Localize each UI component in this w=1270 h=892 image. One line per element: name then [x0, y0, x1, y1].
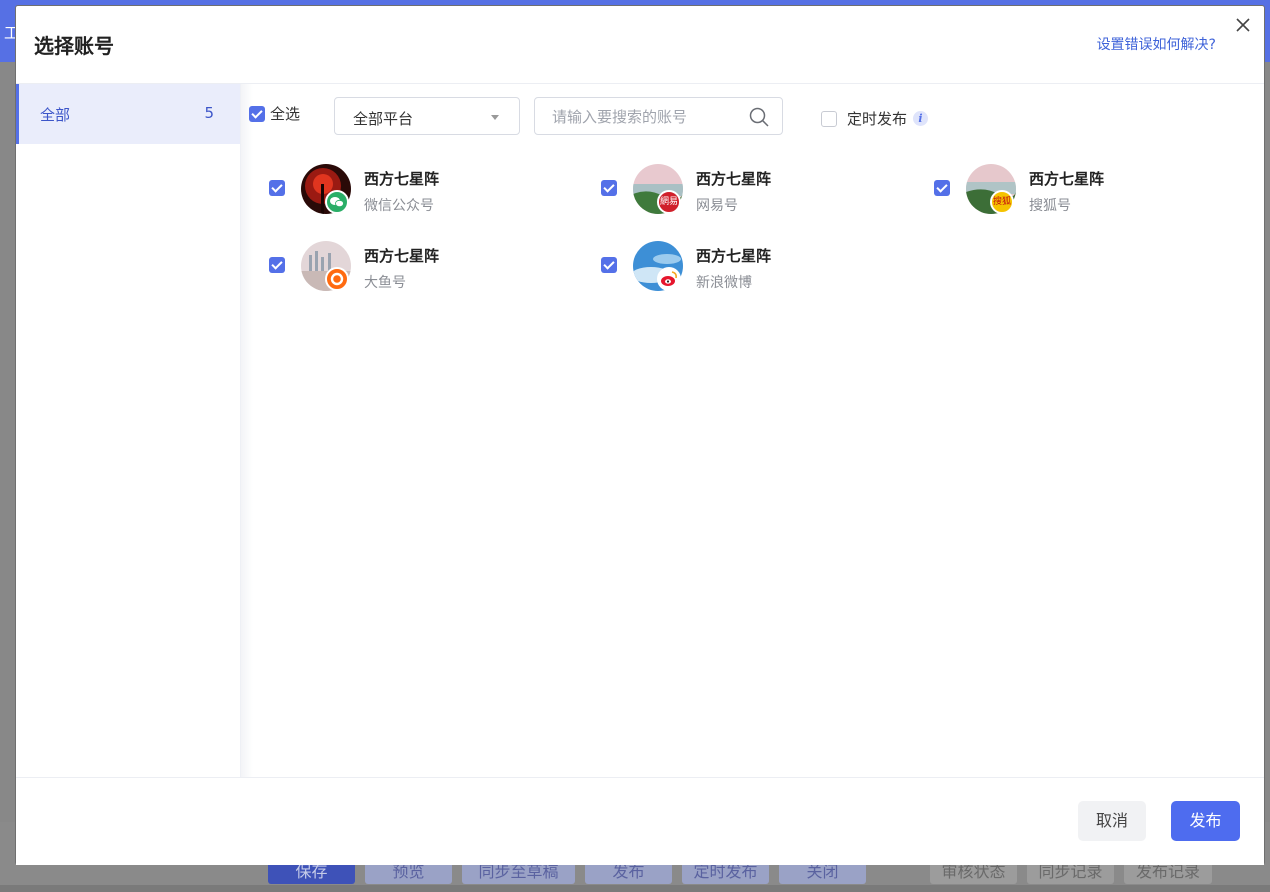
platform-select[interactable]: 全部平台 — [334, 97, 520, 135]
account-item[interactable]: 西方七星阵 大鱼号 — [269, 241, 569, 293]
account-item[interactable]: 搜狐 西方七星阵 搜狐号 — [934, 164, 1234, 216]
account-search — [534, 97, 783, 135]
search-input[interactable] — [552, 107, 732, 127]
account-check-icon — [934, 180, 950, 196]
account-item[interactable]: 西方七星阵 微信公众号 — [269, 164, 569, 216]
help-link[interactable]: 设置错误如何解决? — [1097, 34, 1216, 54]
account-name: 西方七星阵 — [1029, 170, 1105, 188]
close-icon[interactable] — [1232, 14, 1254, 36]
account-name: 西方七星阵 — [696, 170, 772, 188]
netease-icon: 網易 — [657, 190, 681, 214]
account-item[interactable]: 網易 西方七星阵 网易号 — [601, 164, 901, 216]
select-all-checkbox[interactable]: 全选 — [249, 103, 300, 124]
account-check-icon — [269, 257, 285, 273]
panel-divider-shadow — [241, 84, 253, 777]
sidebar-item-count: 5 — [204, 104, 214, 122]
weibo-icon — [657, 267, 681, 291]
sidebar-item-label: 全部 — [40, 106, 71, 124]
wechat-icon — [325, 190, 349, 214]
account-name: 西方七星阵 — [696, 247, 772, 265]
account-platform: 大鱼号 — [364, 275, 406, 291]
account-item[interactable]: 西方七星阵 新浪微博 — [601, 241, 901, 293]
dialog-title: 选择账号 — [34, 34, 114, 58]
sidebar-item-all[interactable]: 全部 5 — [16, 84, 240, 144]
search-icon[interactable] — [748, 106, 770, 128]
timed-publish-check-icon — [821, 110, 837, 127]
publish-button[interactable]: 发布 — [1171, 801, 1240, 841]
dayu-icon — [325, 267, 349, 291]
account-name: 西方七星阵 — [364, 247, 440, 265]
group-sidebar: 全部 5 — [16, 84, 241, 777]
account-platform: 搜狐号 — [1029, 198, 1071, 214]
caret-down-icon — [491, 115, 499, 120]
cancel-button[interactable]: 取消 — [1078, 801, 1146, 841]
account-check-icon — [269, 180, 285, 196]
select-all-label: 全选 — [270, 105, 301, 123]
platform-select-value: 全部平台 — [353, 110, 414, 128]
account-check-icon — [601, 180, 617, 196]
dialog-footer — [16, 777, 1264, 865]
timed-publish-label: 定时发布 — [847, 110, 908, 128]
timed-publish-checkbox[interactable]: 定时发布 i — [821, 108, 929, 129]
account-platform: 新浪微博 — [696, 275, 752, 291]
account-platform: 网易号 — [696, 198, 738, 214]
account-check-icon — [601, 257, 617, 273]
select-all-check-icon — [249, 105, 265, 122]
account-name: 西方七星阵 — [364, 170, 440, 188]
account-platform: 微信公众号 — [364, 198, 434, 214]
info-icon[interactable]: i — [913, 111, 929, 126]
dialog-header: 选择账号 设置错误如何解决? — [16, 6, 1264, 84]
sohu-icon: 搜狐 — [990, 190, 1014, 214]
